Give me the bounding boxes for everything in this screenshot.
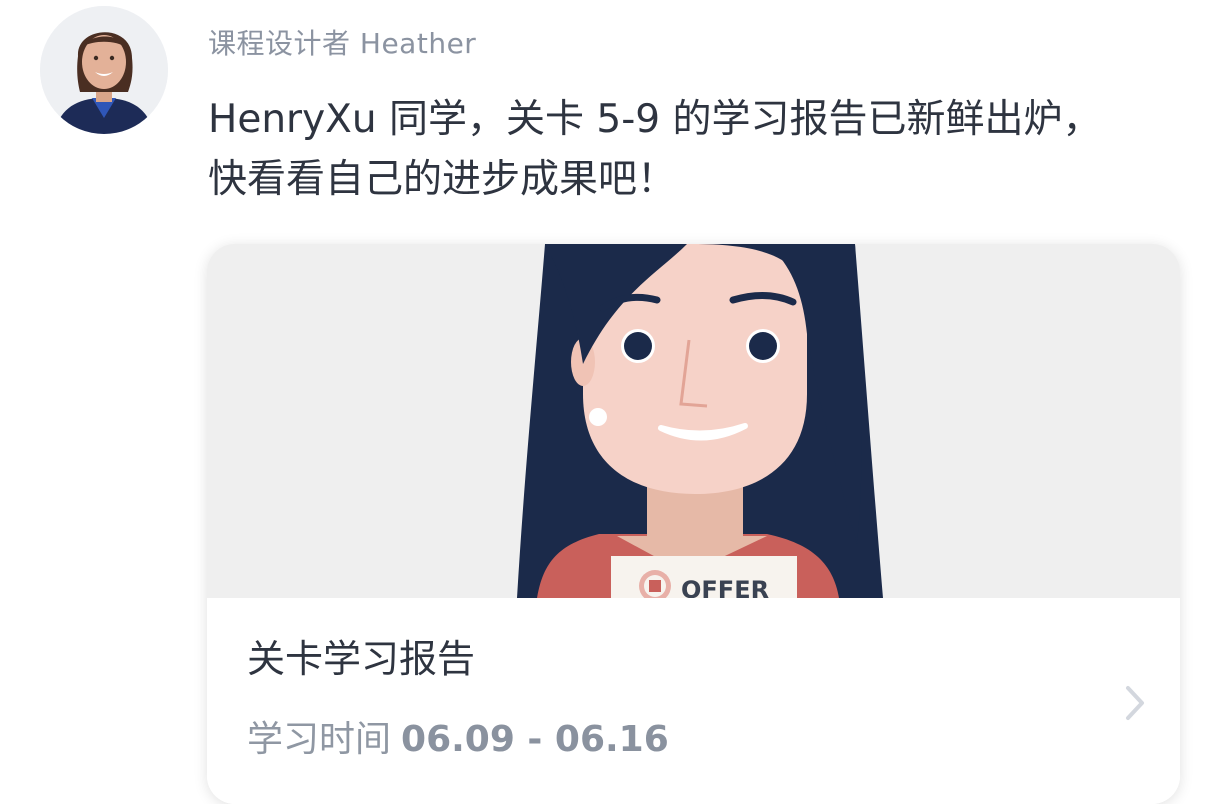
message-line-2: 快看看自己的进步成果吧！ — [208, 157, 677, 202]
sender-name: 课程设计者 Heather — [208, 27, 477, 60]
report-cover-image: OFFER — [207, 244, 1180, 598]
offer-illustration-icon: OFFER — [207, 244, 1180, 598]
study-time-label: 学习时间 — [247, 719, 392, 760]
report-card[interactable]: OFFER 关卡学习报告 学习时间 06.09 - 06.16 — [207, 244, 1180, 804]
chevron-right-icon[interactable] — [1120, 682, 1150, 724]
study-time: 学习时间 06.09 - 06.16 — [247, 710, 669, 762]
offer-badge-text: OFFER — [681, 576, 769, 598]
message-line-1: HenryXu 同学，关卡 5-9 的学习报告已新鲜出炉， — [208, 97, 1102, 142]
message-text: HenryXu 同学，关卡 5-9 的学习报告已新鲜出炉， 快看看自己的进步成果… — [208, 90, 1188, 210]
report-title: 关卡学习报告 — [247, 637, 476, 681]
designer-avatar-icon — [40, 6, 168, 134]
report-card-body: 关卡学习报告 学习时间 06.09 - 06.16 — [207, 598, 1180, 804]
sender-avatar[interactable] — [40, 6, 168, 134]
study-time-range: 06.09 - 06.16 — [401, 719, 669, 760]
